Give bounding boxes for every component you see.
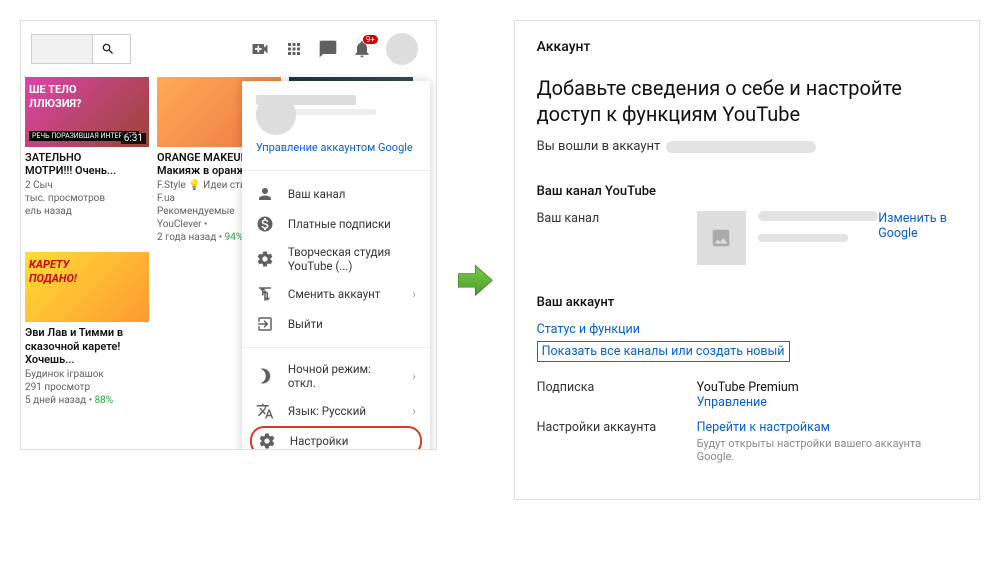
moon-icon — [256, 367, 274, 385]
menu-item-lang[interactable]: Язык: Русский› — [242, 396, 430, 426]
search-box — [31, 34, 131, 64]
page-heading: Аккаунт — [537, 39, 957, 55]
messages-icon[interactable] — [318, 39, 338, 59]
notifications-icon[interactable]: 9+ — [352, 39, 372, 59]
topbar-icons: 9+ — [250, 33, 418, 65]
menu-avatar — [256, 95, 296, 135]
image-placeholder-icon — [707, 227, 735, 249]
signin-status: Вы вошли в аккаунт — [537, 139, 957, 154]
video-card[interactable]: ШЕ ТЕЛОЛЛЮЗИЯ?РЕЧЬ ПОРАЗИВШАЯ ИНТЕРНЕТ6:… — [25, 77, 149, 244]
menu-header: Управление аккаунтом Google — [242, 81, 430, 162]
page-title: Добавьте сведения о себе и настройте дос… — [537, 75, 957, 127]
channel-section-title: Ваш канал YouTube — [537, 184, 957, 199]
account-menu: Управление аккаунтом Google Ваш каналПла… — [242, 81, 430, 450]
switch-icon — [256, 285, 274, 303]
menu-item-exit[interactable]: Выйти — [242, 309, 430, 339]
menu-item-gear[interactable]: Настройки — [250, 426, 422, 450]
manage-subscription-link[interactable]: Управление — [697, 395, 767, 410]
search-icon — [101, 42, 115, 56]
edit-in-google-link[interactable]: Изменить в Google — [878, 211, 957, 241]
highlighted-action: Показать все каналы или создать новый — [537, 341, 790, 362]
account-section-title: Ваш аккаунт — [537, 295, 957, 310]
channel-info-redacted — [758, 234, 848, 242]
gear-icon — [256, 250, 274, 268]
show-all-channels-link[interactable]: Показать все каналы или создать новый — [542, 344, 785, 359]
lang-icon — [256, 402, 274, 420]
channel-name-redacted — [758, 211, 878, 221]
chevron-right-icon: › — [412, 404, 415, 418]
settings-note: Будут открыты настройки вашего аккаунта … — [697, 437, 957, 463]
manage-google-account-link[interactable]: Управление аккаунтом Google — [256, 135, 416, 154]
menu-item-switch[interactable]: Сменить аккаунт› — [242, 279, 430, 309]
chevron-right-icon: › — [412, 369, 415, 383]
create-video-icon[interactable] — [250, 39, 270, 59]
avatar[interactable] — [386, 33, 418, 65]
menu-item-dollar[interactable]: Платные подписки — [242, 209, 430, 239]
subscription-value: YouTube Premium — [697, 380, 957, 395]
youtube-main-page: 9+ ШЕ ТЕЛОЛЛЮЗИЯ?РЕЧЬ ПОРАЗИВШАЯ ИНТЕРНЕ… — [20, 20, 437, 450]
chevron-right-icon: › — [412, 287, 415, 301]
search-input[interactable] — [32, 35, 92, 63]
exit-icon — [256, 315, 274, 333]
user-icon — [256, 185, 274, 203]
account-email-redacted — [666, 141, 816, 153]
gear-icon — [258, 432, 276, 450]
apps-icon[interactable] — [284, 39, 304, 59]
notification-badge: 9+ — [363, 35, 378, 44]
status-functions-link[interactable]: Статус и функции — [537, 322, 640, 337]
channel-thumbnail — [697, 211, 747, 265]
dollar-icon — [256, 215, 274, 233]
account-settings-label: Настройки аккаунта — [537, 420, 697, 463]
arrow-icon — [455, 260, 496, 301]
your-channel-label: Ваш канал — [537, 211, 697, 265]
go-to-settings-link[interactable]: Перейти к настройкам — [697, 420, 830, 435]
search-button[interactable] — [92, 35, 122, 63]
topbar: 9+ — [21, 21, 436, 77]
video-card[interactable]: КАРЕТУПОДАНО! Эви Лав и Тимми всказочной… — [25, 252, 149, 407]
account-settings-page: Аккаунт Добавьте сведения о себе и настр… — [514, 20, 980, 500]
subscription-label: Подписка — [537, 380, 697, 410]
menu-item-gear[interactable]: Творческая студия YouTube (...) — [242, 239, 430, 279]
menu-item-user[interactable]: Ваш канал — [242, 179, 430, 209]
menu-item-moon[interactable]: Ночной режим: откл.› — [242, 356, 430, 396]
